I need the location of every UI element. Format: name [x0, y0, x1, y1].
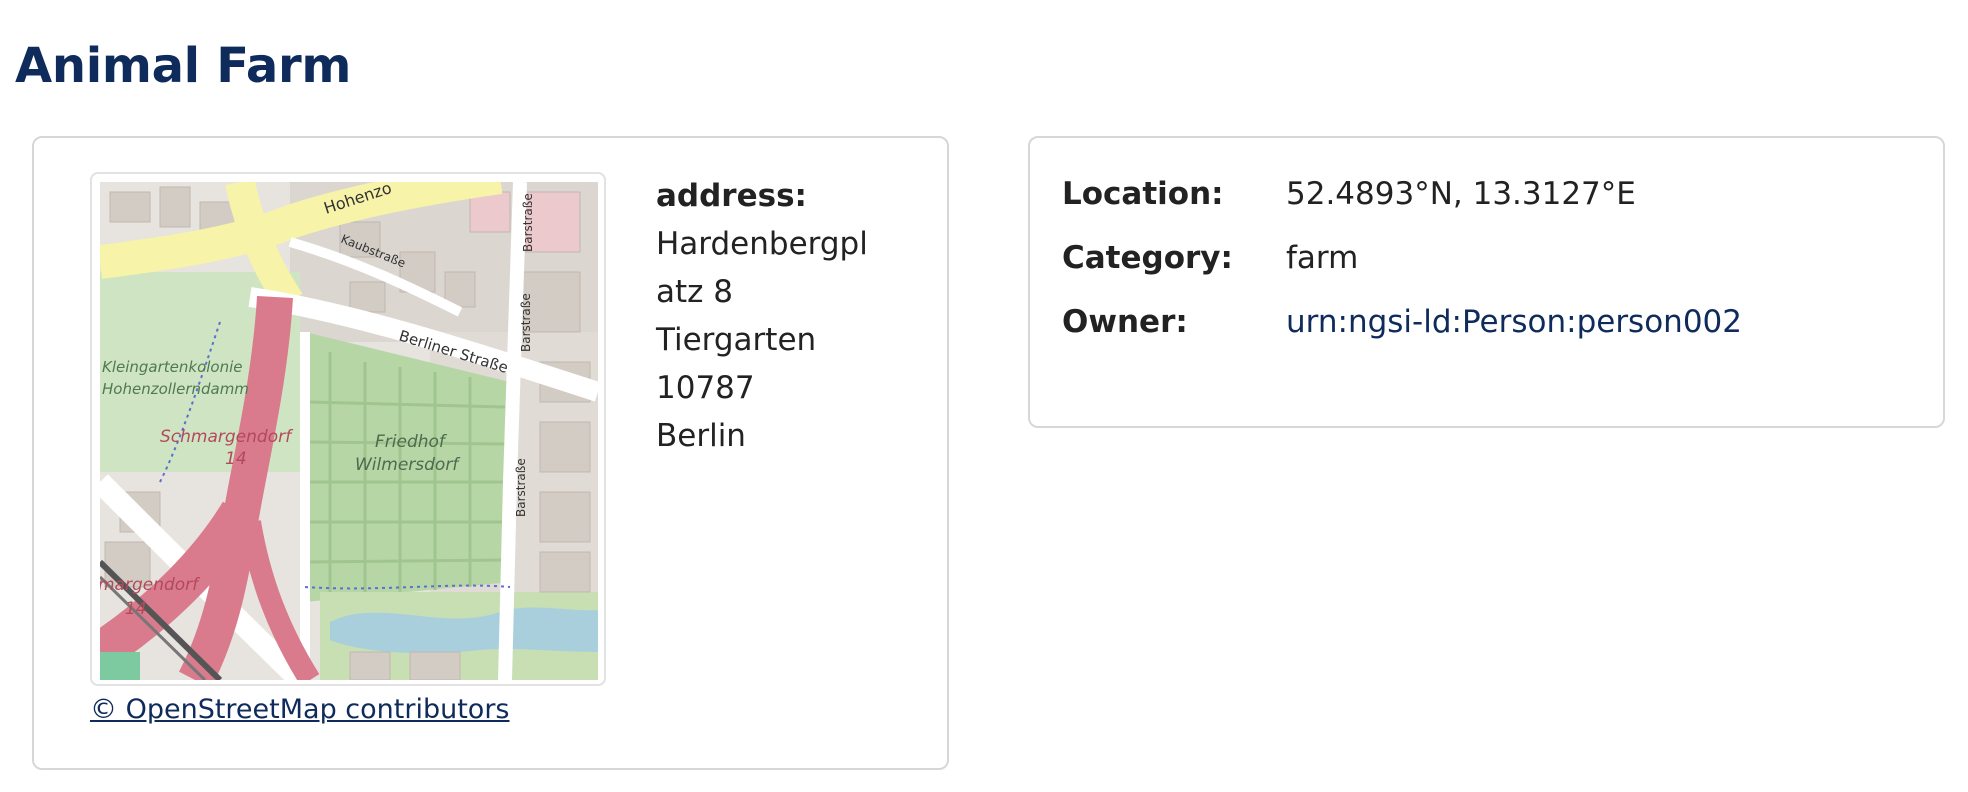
map-label-schmargendorf-1-num: 14: [225, 449, 247, 469]
address-block: address: Hardenbergpl atz 8 Tiergarten 1…: [656, 172, 916, 460]
map-label-schmargendorf-1: Schmargendorf: [160, 427, 294, 447]
map-label-barstrasse-top: Barstraße: [521, 193, 535, 252]
address-line-4: 10787: [656, 370, 755, 406]
address-line-5: Berlin: [656, 418, 746, 454]
category-value: farm: [1286, 240, 1359, 276]
location-value: 52.4893°N, 13.3127°E: [1286, 176, 1636, 212]
page-title: Animal Farm: [15, 38, 352, 94]
address-card: Hohenzo Kaubstraße Berliner Straße Barst…: [32, 136, 949, 770]
map-label-schmargendorf-2: margendorf: [100, 575, 201, 595]
map-label-barstrasse-mid: Barstraße: [519, 293, 533, 352]
map-label-kolonie-2: Hohenzollerndamm: [102, 380, 249, 398]
map-label-kolonie-1: Kleingartenkolonie: [102, 358, 243, 376]
address-label: address:: [656, 178, 807, 214]
map-label-barstrasse-low: Barstraße: [514, 458, 528, 517]
owner-label: Owner:: [1062, 304, 1188, 340]
address-line-2: atz 8: [656, 274, 734, 310]
category-label: Category:: [1062, 240, 1233, 276]
map-image: Hohenzo Kaubstraße Berliner Straße Barst…: [100, 182, 598, 680]
map-label-friedhof-2: Wilmersdorf: [355, 455, 461, 475]
address-line-1: Hardenbergpl: [656, 226, 868, 262]
map-label-schmargendorf-2-num: 14: [125, 599, 147, 619]
map-label-friedhof-1: Friedhof: [375, 432, 448, 452]
details-card: Location: 52.4893°N, 13.3127°E Category:…: [1028, 136, 1945, 428]
location-label: Location:: [1062, 176, 1224, 212]
map-thumbnail[interactable]: Hohenzo Kaubstraße Berliner Straße Barst…: [90, 172, 606, 686]
osm-attribution-link[interactable]: © OpenStreetMap contributors: [90, 694, 510, 725]
address-line-3: Tiergarten: [656, 322, 817, 358]
owner-link[interactable]: urn:ngsi-ld:Person:person002: [1286, 302, 1742, 342]
